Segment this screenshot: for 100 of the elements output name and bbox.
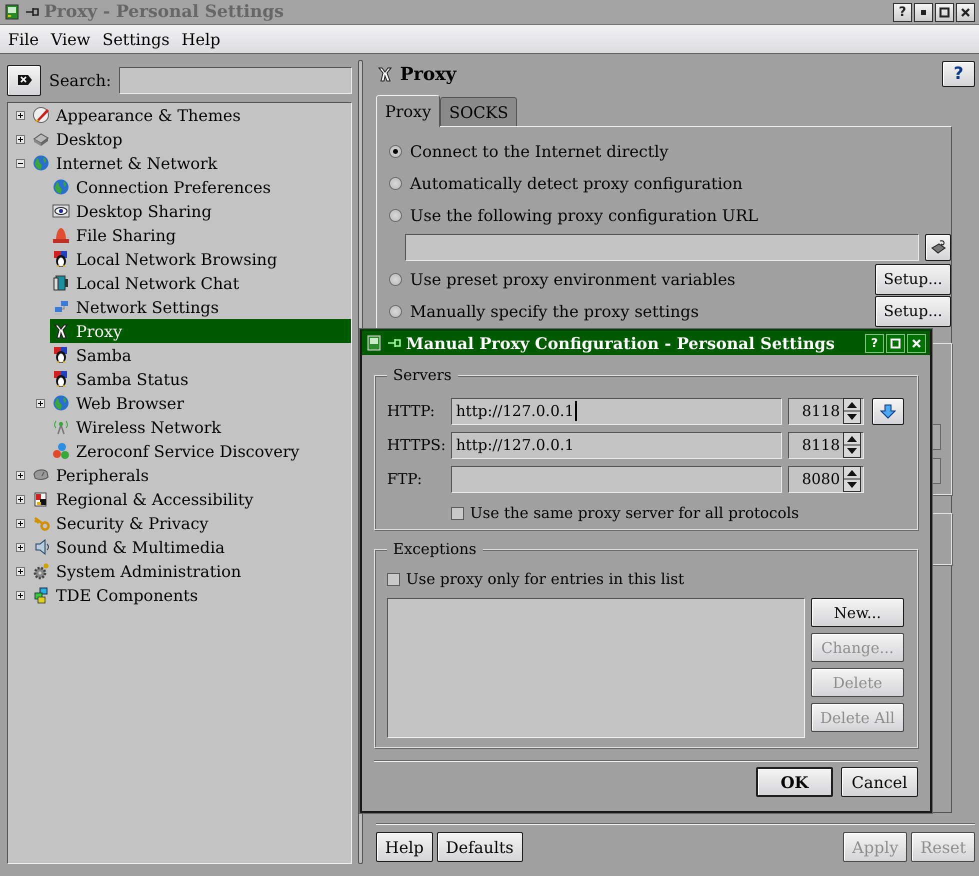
port-spinbox[interactable]: 8118 xyxy=(788,398,864,424)
tree-item[interactable]: Appearance & Themes xyxy=(30,103,351,127)
module-title: Proxy xyxy=(400,64,458,84)
dialog-button[interactable]: Cancel xyxy=(841,767,918,797)
blocks-icon xyxy=(32,586,50,604)
port-spinbox[interactable]: 8080 xyxy=(788,466,864,492)
radio-label: Use preset proxy environment variables xyxy=(410,270,736,288)
radio-button[interactable] xyxy=(389,144,402,158)
footer-button[interactable]: Defaults xyxy=(436,832,523,862)
checkbox[interactable] xyxy=(387,572,400,586)
checkbox[interactable] xyxy=(451,506,464,520)
url-button[interactable] xyxy=(925,234,951,260)
tree-item[interactable]: TDE Components xyxy=(30,583,351,607)
figure-icon xyxy=(376,65,394,83)
globe-icon xyxy=(52,394,70,412)
spin-arrows-icon xyxy=(843,398,861,424)
field-label: HTTP: xyxy=(387,402,436,420)
penguin-icon xyxy=(52,250,70,268)
radio-button[interactable] xyxy=(389,208,402,222)
footer-button[interactable]: Help xyxy=(376,832,433,862)
app-icon xyxy=(4,4,20,20)
tree-item[interactable]: Local Network Chat xyxy=(50,271,351,295)
key-icon xyxy=(32,514,50,532)
tree-item[interactable]: Network Settings xyxy=(50,295,351,319)
arrow-down-icon xyxy=(880,403,896,419)
copy-down-button[interactable] xyxy=(872,398,904,424)
brush-icon xyxy=(32,106,50,124)
clear-icon xyxy=(15,72,33,88)
close-button[interactable] xyxy=(907,334,926,352)
tree-item[interactable]: Regional & Accessibility xyxy=(30,487,351,511)
host-field[interactable]: http://127.0.0.1 xyxy=(451,432,782,458)
field-label: FTP: xyxy=(387,470,424,488)
figure-icon xyxy=(52,322,70,340)
help-button[interactable]: ? xyxy=(893,2,912,22)
checkbox-label: Use proxy only for entries in this list xyxy=(406,570,684,588)
expand-icon[interactable] xyxy=(16,470,24,480)
tree-item[interactable]: Local Network Browsing xyxy=(50,247,351,271)
dialog-title: Manual Proxy Configuration - Personal Settings xyxy=(406,334,836,352)
tab[interactable]: Proxy xyxy=(376,95,440,127)
dialog-button[interactable]: OK xyxy=(756,767,833,797)
radio-label: Automatically detect proxy configuration xyxy=(410,174,744,192)
menu-item[interactable]: Settings xyxy=(96,30,176,48)
host-field[interactable] xyxy=(451,466,782,492)
penguin-icon xyxy=(52,370,70,388)
close-button[interactable] xyxy=(956,2,975,22)
network-icon xyxy=(52,298,70,316)
url-field[interactable] xyxy=(405,234,919,260)
antenna-icon xyxy=(52,418,70,436)
collapse-icon[interactable] xyxy=(16,158,24,168)
tree-item[interactable]: Desktop Sharing xyxy=(50,199,351,223)
tree-item[interactable]: Wireless Network xyxy=(50,415,351,439)
expand-icon[interactable] xyxy=(36,398,44,408)
tree-item[interactable]: Sound & Multimedia xyxy=(30,535,351,559)
expand-icon[interactable] xyxy=(16,566,24,576)
radio-label: Use the following proxy configuration URL xyxy=(410,206,760,224)
tab[interactable]: SOCKS xyxy=(440,97,518,126)
expand-icon[interactable] xyxy=(16,134,24,144)
tree-item[interactable]: Desktop xyxy=(30,127,351,151)
list-button[interactable]: New... xyxy=(811,598,904,627)
spheres-icon xyxy=(52,442,70,460)
help-button[interactable]: ? xyxy=(865,334,884,352)
checkbox-label: Use the same proxy server for all protocols xyxy=(470,504,799,522)
minimize-button[interactable] xyxy=(914,2,933,22)
app-icon xyxy=(366,335,382,351)
tree-item[interactable]: Samba Status xyxy=(50,367,351,391)
radio-button[interactable] xyxy=(389,176,402,190)
expand-icon[interactable] xyxy=(16,590,24,600)
menu-item[interactable]: File xyxy=(2,30,45,48)
maximize-icon xyxy=(888,336,903,350)
spin-arrows-icon xyxy=(843,466,861,492)
radio-button[interactable] xyxy=(389,272,402,286)
tree-item[interactable]: Internet & Network xyxy=(30,151,351,175)
expand-icon[interactable] xyxy=(16,518,24,528)
port-spinbox[interactable]: 8118 xyxy=(788,432,864,458)
tree-item[interactable]: Proxy xyxy=(50,319,351,343)
window-title: Proxy - Personal Settings xyxy=(44,2,285,22)
tree-item[interactable]: Zeroconf Service Discovery xyxy=(50,439,351,463)
setup-button[interactable]: Setup... xyxy=(875,264,951,294)
spin-arrows-icon xyxy=(843,432,861,458)
radio-button[interactable] xyxy=(389,304,402,318)
expand-icon[interactable] xyxy=(16,110,24,120)
search-field[interactable] xyxy=(119,66,352,94)
clear-search-button[interactable] xyxy=(7,64,41,96)
tree-item[interactable]: Samba xyxy=(50,343,351,367)
setup-button[interactable]: Setup... xyxy=(875,296,951,326)
expand-icon[interactable] xyxy=(16,494,24,504)
menu-item[interactable]: Help xyxy=(176,30,226,48)
tree-item[interactable]: Peripherals xyxy=(30,463,351,487)
tree-item[interactable]: Connection Preferences xyxy=(50,175,351,199)
tree-item[interactable]: System Administration xyxy=(30,559,351,583)
help-button[interactable]: ? xyxy=(942,61,975,87)
penguin-icon xyxy=(52,346,70,364)
host-field[interactable]: http://127.0.0.1 xyxy=(451,398,782,424)
tree-item[interactable]: File Sharing xyxy=(50,223,351,247)
maximize-button[interactable] xyxy=(935,2,954,22)
tree-item[interactable]: Security & Privacy xyxy=(30,511,351,535)
maximize-button[interactable] xyxy=(886,334,905,352)
menu-item[interactable]: View xyxy=(44,30,96,48)
tree-item[interactable]: Web Browser xyxy=(50,391,351,415)
expand-icon[interactable] xyxy=(16,542,24,552)
